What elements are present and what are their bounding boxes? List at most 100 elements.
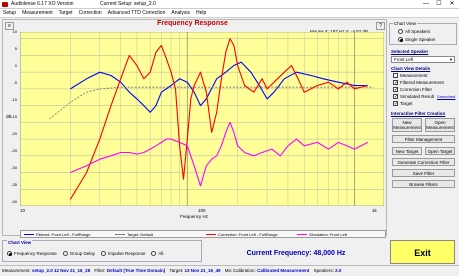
menu-correction[interactable]: Correction	[76, 9, 105, 17]
y-tick-label: 5	[14, 46, 17, 51]
checkbox-box[interactable]: ✓	[393, 94, 398, 100]
status-key: Target:	[169, 268, 184, 273]
status-value: Calibrated Measurement	[257, 268, 310, 273]
open-measurement-button[interactable]: Open Measurement	[425, 118, 455, 132]
y-tick-label: -20	[11, 131, 17, 136]
legend-label: Correction: Front Left - FullRange	[218, 231, 278, 237]
checkbox-box[interactable]: ✓	[393, 87, 398, 93]
checkbox-measurement[interactable]: Measurement	[393, 72, 455, 79]
radio-label: Group Delay	[69, 251, 96, 256]
chart-view-group: Chart View Frequency Response Group Dela…	[2, 240, 202, 262]
checkbox-correction-filter[interactable]: ✓ Correction Filter	[393, 86, 455, 93]
x-tick-label: 10	[20, 208, 26, 213]
legend-item-simulation: Simulation: Front Left	[294, 232, 385, 237]
group-caption: Chart View	[393, 21, 417, 26]
checkbox-label: Correction Filter	[400, 87, 433, 92]
smoothed-link[interactable]: Smoothed	[437, 94, 455, 99]
new-target-button[interactable]: New Target	[392, 147, 422, 155]
current-frequency: Current Frequency: 48,000 Hz	[246, 250, 346, 257]
new-measurement-button[interactable]: New Measurement	[392, 118, 422, 132]
generate-correction-filter-button[interactable]: Generate Correction Filter	[392, 158, 455, 166]
status-key: Speakers:	[313, 268, 334, 273]
radio-all[interactable]: All	[151, 251, 163, 256]
radio-label: Frequency Response	[14, 251, 57, 256]
radio-single-speaker[interactable]: Single Speaker	[398, 37, 436, 44]
selected-speaker-caption: Selected Speaker	[391, 49, 429, 54]
y-tick-label: -25	[11, 148, 17, 153]
status-key: Measurement:	[2, 268, 31, 273]
menu-advanced-ttd[interactable]: Advanced TTD Correction	[105, 9, 169, 17]
y-tick-label: -5	[13, 80, 17, 85]
status-key: Mic Calibration:	[224, 268, 256, 273]
menu-bar: Setup Measurement Target Correction Adva…	[0, 9, 459, 18]
x-tick-label: 100	[198, 208, 206, 213]
y-tick-label: -35	[11, 182, 17, 187]
app-title: Audiolense 6.17 XO Version	[11, 1, 74, 7]
setup-title: Current Setup: setup_2.0	[100, 1, 156, 7]
chevron-down-icon: ▼	[449, 57, 453, 62]
status-value: 13 Nov 21_16_49	[184, 268, 221, 273]
close-icon[interactable]: ✕	[446, 0, 458, 9]
radio-frequency-response[interactable]: Frequency Response	[7, 251, 57, 256]
checkbox-filtered-measurement[interactable]: ✓ Filtered Measurement	[393, 79, 455, 86]
radio-label: Single Speaker	[405, 37, 436, 42]
open-target-button[interactable]: Open Target	[425, 147, 455, 155]
speaker-select[interactable]: Front Left ▼	[391, 56, 455, 63]
chart-view-options: Frequency Response Group Delay Impulse R…	[7, 251, 163, 256]
legend-label: Filtered: Front Left - FullRange	[36, 231, 91, 237]
checkbox-simulated-result[interactable]: ✓ Simulated Result Smoothed	[393, 93, 455, 100]
checkbox-label: Simulated Result	[400, 94, 435, 99]
legend-item-target: Target: Default	[112, 232, 203, 237]
y-tick-label: -10	[11, 97, 17, 102]
x-axis-label: Frequency Hz	[180, 214, 209, 219]
filter-management-button[interactable]: Filter Management	[392, 135, 455, 143]
radio-dot[interactable]	[7, 251, 12, 256]
legend-label: Simulation: Front Left	[309, 231, 348, 237]
radio-dot[interactable]	[398, 37, 403, 42]
legend-swatch	[115, 233, 125, 235]
minimize-icon[interactable]: —	[420, 0, 432, 9]
checkbox-target[interactable]: ✓ Target	[393, 100, 455, 107]
exit-button[interactable]: Exit	[390, 240, 455, 264]
status-value: 2.0	[335, 268, 342, 273]
checkbox-label: Filtered Measurement	[400, 80, 444, 85]
checkbox-box[interactable]: ✓	[393, 101, 398, 107]
status-bar: Measurement: setup_2.0 12 Nov 21_16_28 F…	[0, 265, 459, 275]
chart-view-details-list: Measurement ✓ Filtered Measurement ✓ Corre…	[393, 72, 455, 107]
chart-view-right-group: Chart View All Speakers Single Speaker	[389, 21, 457, 45]
frequency-response-chart[interactable]	[20, 32, 384, 206]
maximize-icon[interactable]: ☐	[433, 0, 445, 9]
radio-dot[interactable]	[398, 29, 403, 34]
radio-dot[interactable]	[101, 251, 107, 256]
radio-dot[interactable]	[151, 251, 157, 256]
menu-analysis[interactable]: Analysis	[168, 9, 193, 17]
status-key: Filter:	[94, 268, 106, 273]
y-tick-label: -30	[11, 165, 17, 170]
radio-label: All	[158, 251, 164, 256]
y-tick-label: 0	[14, 63, 17, 68]
radio-label: All Speakers	[405, 29, 431, 34]
checkbox-box[interactable]	[393, 73, 398, 78]
legend-item-filtered: Filtered: Front Left - FullRange	[21, 232, 112, 237]
menu-measurement[interactable]: Measurement	[19, 9, 56, 17]
save-filter-button[interactable]: Save Filter	[392, 169, 455, 177]
right-panel: Chart View All Speakers Single Speaker S…	[389, 19, 457, 236]
interactive-filter-caption: Interactive Filter Creation	[391, 111, 446, 116]
chart-view-details-caption: Chart View Details	[391, 66, 431, 71]
menu-setup[interactable]: Setup	[0, 9, 19, 17]
legend-label: Target: Default	[127, 231, 154, 237]
menu-target[interactable]: Target	[56, 9, 76, 17]
menu-help[interactable]: Help	[193, 9, 209, 17]
status-value: Default (True Time Domain)	[106, 268, 166, 273]
legend-swatch	[24, 233, 34, 235]
chart-legend: Filtered: Front Left - FullRange Target:…	[20, 230, 386, 238]
radio-group-delay[interactable]: Group Delay	[62, 251, 96, 256]
plot-title: Frequency Response	[157, 20, 228, 27]
radio-dot[interactable]	[62, 251, 68, 256]
browse-filters-button[interactable]: Browse Filters	[392, 180, 455, 188]
chart-view-caption: Chart View	[7, 240, 33, 245]
radio-impulse-response[interactable]: Impulse Response	[101, 251, 145, 256]
checkbox-label: Measurement	[400, 73, 428, 78]
checkbox-box[interactable]: ✓	[393, 80, 398, 86]
radio-all-speakers[interactable]: All Speakers	[398, 29, 430, 36]
